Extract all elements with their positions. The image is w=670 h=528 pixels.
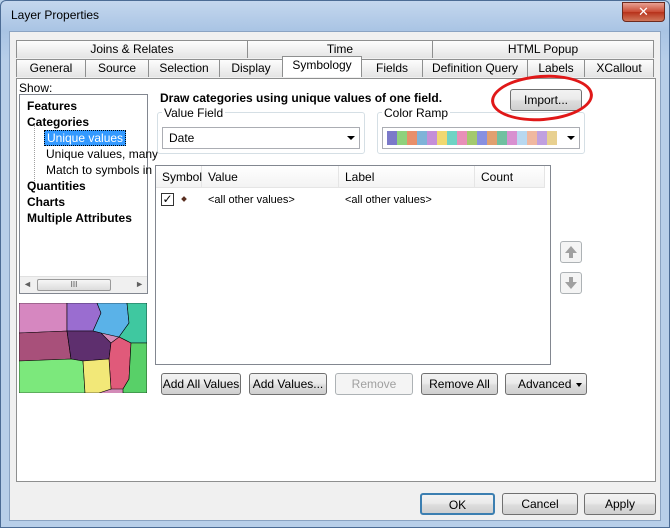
tree-item-multiple-attributes[interactable]: Multiple Attributes xyxy=(27,211,132,225)
title-bar[interactable]: Layer Properties ✕ xyxy=(1,1,670,31)
row-checkbox[interactable]: ✓ xyxy=(161,193,174,206)
row-label[interactable]: <all other values> xyxy=(345,194,432,206)
color-ramp-swatch xyxy=(397,131,407,145)
scroll-thumb[interactable]: III xyxy=(37,279,111,291)
tab-source[interactable]: Source xyxy=(85,59,149,77)
color-ramp-swatch xyxy=(527,131,537,145)
tree-item-unique-values[interactable]: Unique values xyxy=(44,130,127,146)
advanced-button[interactable]: Advanced xyxy=(505,373,587,395)
color-ramp-swatch xyxy=(427,131,437,145)
remove-button[interactable]: Remove xyxy=(335,373,413,395)
color-ramp-swatch xyxy=(507,131,517,145)
color-ramp-swatch xyxy=(477,131,487,145)
symbology-heading: Draw categories using unique values of o… xyxy=(160,91,443,105)
tab-xcallout[interactable]: XCallout xyxy=(584,59,654,77)
tree-item-match-to-symbols[interactable]: Match to symbols in a xyxy=(46,163,162,177)
color-ramp-swatch xyxy=(517,131,527,145)
cancel-button[interactable]: Cancel xyxy=(502,493,578,515)
show-label: Show: xyxy=(19,81,53,95)
color-ramp-swatch xyxy=(407,131,417,145)
add-all-values-button[interactable]: Add All Values xyxy=(161,373,241,395)
value-field-label: Value Field xyxy=(162,106,226,120)
scroll-left-icon[interactable]: ◄ xyxy=(23,279,32,289)
color-ramp-swatch xyxy=(487,131,497,145)
apply-button[interactable]: Apply xyxy=(584,493,656,515)
column-header-symbol[interactable]: Symbol xyxy=(156,166,202,188)
color-ramp-swatch xyxy=(497,131,507,145)
row-value[interactable]: <all other values> xyxy=(208,194,295,206)
color-ramp-swatch xyxy=(387,131,397,145)
tab-symbology[interactable]: Symbology xyxy=(282,56,362,77)
point-symbol-icon[interactable] xyxy=(181,196,187,202)
tab-joins-relates[interactable]: Joins & Relates xyxy=(16,40,248,58)
column-header-count[interactable]: Count xyxy=(475,166,545,188)
tab-selection[interactable]: Selection xyxy=(148,59,220,77)
map-preview-icon xyxy=(19,303,147,393)
window-title: Layer Properties xyxy=(11,8,100,22)
color-ramp-swatch xyxy=(447,131,457,145)
chevron-down-icon xyxy=(347,136,355,140)
tree-item-features[interactable]: Features xyxy=(27,99,77,113)
tree-item-unique-values-many[interactable]: Unique values, many xyxy=(46,147,158,161)
color-ramp-swatches xyxy=(387,131,557,145)
ok-button[interactable]: OK xyxy=(420,493,495,515)
color-ramp-swatch xyxy=(417,131,427,145)
horizontal-scrollbar[interactable]: ◄ III ► xyxy=(20,276,147,293)
move-up-button[interactable] xyxy=(560,241,582,263)
close-button[interactable]: ✕ xyxy=(622,2,665,22)
values-table[interactable]: Symbol Value Label Count ✓ <all other va… xyxy=(155,165,551,365)
table-row[interactable]: ✓ <all other values> <all other values> xyxy=(156,189,550,211)
tab-definition-query[interactable]: Definition Query xyxy=(422,59,528,77)
show-tree[interactable]: Features Categories Unique values Unique… xyxy=(19,94,162,294)
add-values-button[interactable]: Add Values... xyxy=(249,373,327,395)
arrow-down-icon xyxy=(565,277,577,289)
color-ramp-swatch xyxy=(547,131,557,145)
symbology-preview-map xyxy=(19,303,147,393)
tree-item-charts[interactable]: Charts xyxy=(27,195,65,209)
tree-item-quantities[interactable]: Quantities xyxy=(27,179,86,193)
column-header-value[interactable]: Value xyxy=(202,166,339,188)
color-ramp-swatch xyxy=(437,131,447,145)
color-ramp-swatch xyxy=(537,131,547,145)
color-ramp-swatch xyxy=(457,131,467,145)
color-ramp-label: Color Ramp xyxy=(382,106,451,120)
scroll-right-icon[interactable]: ► xyxy=(135,279,144,289)
close-icon: ✕ xyxy=(638,4,649,19)
dropdown-arrow-icon xyxy=(576,383,582,387)
tab-display[interactable]: Display xyxy=(219,59,283,77)
color-ramp-select[interactable] xyxy=(382,127,580,149)
tab-general[interactable]: General xyxy=(16,59,86,77)
tab-html-popup[interactable]: HTML Popup xyxy=(432,40,654,58)
tree-connector xyxy=(34,125,35,185)
tree-item-categories[interactable]: Categories xyxy=(27,115,89,129)
chevron-down-icon xyxy=(567,136,575,140)
arrow-up-icon xyxy=(565,246,577,258)
column-header-label[interactable]: Label xyxy=(339,166,475,188)
layer-properties-window: Layer Properties ✕ Joins & Relates Time … xyxy=(0,0,670,528)
move-down-button[interactable] xyxy=(560,272,582,294)
tab-fields[interactable]: Fields xyxy=(361,59,423,77)
symbology-page: Show: Features Categories Unique values … xyxy=(16,78,656,482)
value-field-select[interactable]: Date xyxy=(162,127,360,149)
color-ramp-swatch xyxy=(467,131,477,145)
remove-all-button[interactable]: Remove All xyxy=(421,373,498,395)
